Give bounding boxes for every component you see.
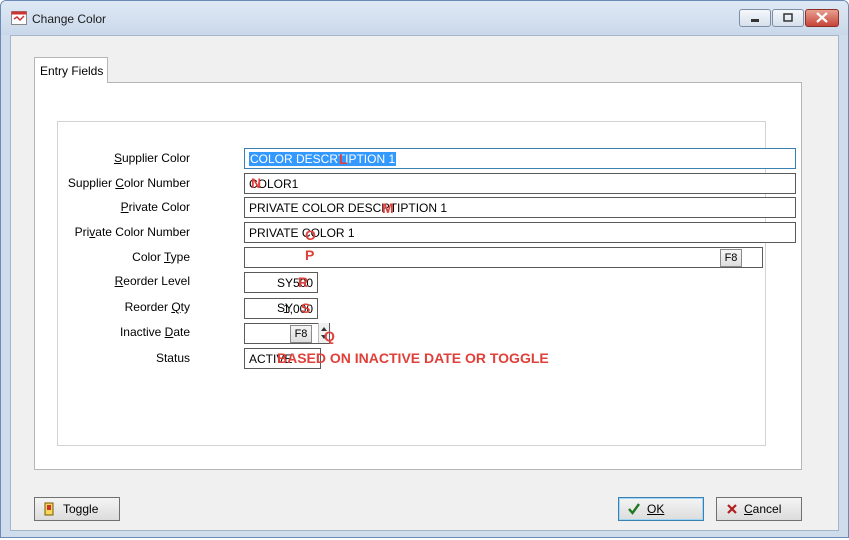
title-bar[interactable]: Change Color — [1, 1, 848, 35]
window-title: Change Color — [32, 12, 107, 26]
close-button[interactable] — [805, 9, 839, 27]
reorder-level-label: Reorder Level — [114, 274, 190, 288]
status-annotation: BASED ON INACTIVE DATE OR TOGGLE — [277, 350, 549, 366]
cancel-button[interactable]: Cancel — [716, 497, 802, 521]
status-label: Status — [155, 351, 190, 365]
cancel-button-label: Cancel — [744, 502, 782, 516]
private-color-number-label: Private Color Number — [74, 225, 190, 239]
toggle-icon — [42, 502, 56, 516]
private-color-number-value: PRIVATE COLOR 1 — [249, 226, 355, 240]
reorder-qty-annotation: S — [301, 300, 311, 316]
private-color-value: PRIVATE COLOR DESCRTIPTION 1 — [249, 201, 448, 215]
dialog-client-area: Entry Fields Supplier Color COLOR DESCRT… — [10, 35, 839, 531]
supplier-color-number-input[interactable]: COLOR1 — [244, 173, 796, 194]
reorder-level-annotation: R — [298, 274, 309, 290]
private-color-label: Private Color — [120, 200, 190, 214]
inactive-date-lookup-button[interactable]: F8 — [290, 325, 312, 343]
tab-entry-fields[interactable]: Entry Fields — [34, 57, 108, 83]
supplier-color-number-annotation: N — [251, 175, 262, 191]
private-color-number-annotation: O — [305, 227, 316, 243]
minimize-button[interactable] — [739, 9, 771, 27]
private-color-annotation: M — [382, 200, 394, 216]
reorder-level-unit: SY — [277, 276, 294, 290]
toggle-button[interactable]: Toggle — [34, 497, 120, 521]
reorder-qty-unit: SY — [277, 301, 294, 315]
supplier-color-label: Supplier Color — [113, 151, 190, 165]
checkmark-icon — [627, 502, 641, 516]
toggle-button-label: Toggle — [63, 502, 99, 516]
tab-label: Entry Fields — [40, 64, 104, 78]
change-color-window: Change Color Entry Fields Supplier Color… — [0, 0, 849, 538]
ok-button[interactable]: OK — [618, 497, 704, 521]
inactive-date-label: Inactive Date — [119, 325, 190, 339]
app-icon — [11, 11, 27, 25]
color-type-input[interactable] — [244, 247, 763, 268]
maximize-button[interactable] — [772, 9, 804, 27]
color-type-label: Color Type — [132, 250, 190, 264]
supplier-color-number-label: Supplier Color Number — [67, 176, 190, 190]
inactive-date-annotation: Q — [324, 328, 335, 344]
entry-fields-group: Supplier Color COLOR DESCRTIPTION 1 L Su… — [57, 121, 796, 446]
x-icon — [725, 502, 739, 516]
entry-fields-panel: Supplier Color COLOR DESCRTIPTION 1 L Su… — [34, 82, 802, 470]
color-type-annotation: P — [305, 247, 315, 263]
reorder-qty-label: Reorder Qty — [124, 300, 190, 314]
ok-button-label: OK — [647, 502, 665, 516]
supplier-color-input[interactable]: COLOR DESCRTIPTION 1 — [244, 148, 796, 169]
supplier-color-annotation: L — [339, 151, 348, 167]
private-color-number-input[interactable]: PRIVATE COLOR 1 — [244, 222, 796, 243]
private-color-input[interactable]: PRIVATE COLOR DESCRTIPTION 1 — [244, 197, 796, 218]
supplier-color-value: COLOR DESCRTIPTION 1 — [249, 152, 397, 166]
color-type-lookup-button[interactable]: F8 — [720, 249, 742, 267]
